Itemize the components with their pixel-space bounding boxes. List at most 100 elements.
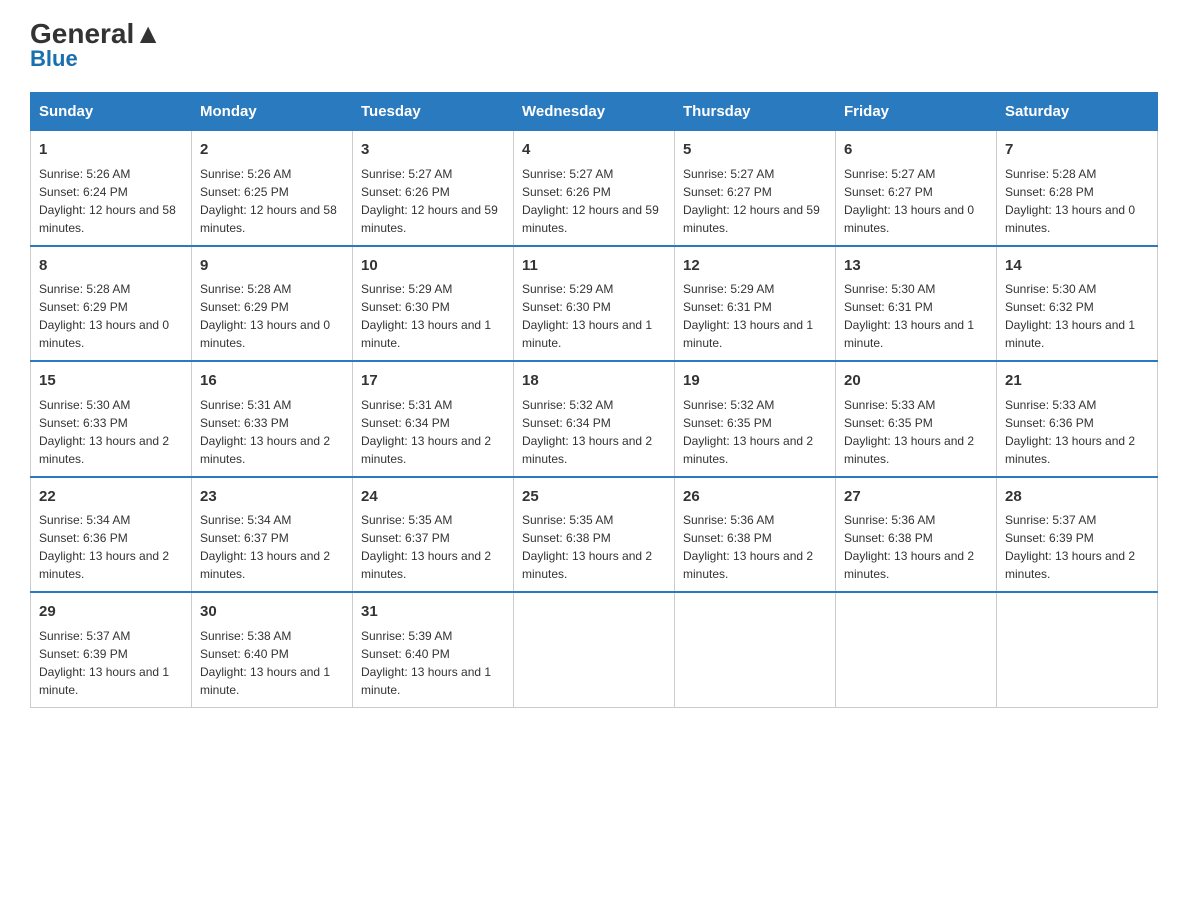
weekday-header-sunday: Sunday	[31, 93, 192, 131]
day-number: 10	[361, 255, 505, 278]
day-info: Sunrise: 5:29 AMSunset: 6:30 PMDaylight:…	[522, 280, 666, 352]
day-number: 15	[39, 370, 183, 393]
day-info: Sunrise: 5:38 AMSunset: 6:40 PMDaylight:…	[200, 627, 344, 699]
day-info: Sunrise: 5:37 AMSunset: 6:39 PMDaylight:…	[39, 627, 183, 699]
calendar-week-3: 15 Sunrise: 5:30 AMSunset: 6:33 PMDayligh…	[31, 361, 1158, 477]
calendar-cell: 21 Sunrise: 5:33 AMSunset: 6:36 PMDayligh…	[997, 361, 1158, 477]
day-info: Sunrise: 5:27 AMSunset: 6:26 PMDaylight:…	[361, 165, 505, 237]
calendar-cell: 28Sunrise: 5:37 AMSunset: 6:39 PMDayligh…	[997, 477, 1158, 593]
day-info: Sunrise: 5:29 AMSunset: 6:31 PMDaylight:…	[683, 280, 827, 352]
day-info: Sunrise: 5:27 AMSunset: 6:26 PMDaylight:…	[522, 165, 666, 237]
calendar-table: SundayMondayTuesdayWednesdayThursdayFrid…	[30, 92, 1158, 708]
day-info: Sunrise: 5:26 AMSunset: 6:24 PMDaylight:…	[39, 165, 183, 237]
day-number: 31	[361, 601, 505, 624]
day-number: 23	[200, 486, 344, 509]
weekday-header-wednesday: Wednesday	[514, 93, 675, 131]
day-number: 29	[39, 601, 183, 624]
calendar-cell: 22Sunrise: 5:34 AMSunset: 6:36 PMDayligh…	[31, 477, 192, 593]
day-number: 26	[683, 486, 827, 509]
calendar-week-2: 8Sunrise: 5:28 AMSunset: 6:29 PMDaylight…	[31, 246, 1158, 362]
day-number: 9	[200, 255, 344, 278]
weekday-header-saturday: Saturday	[997, 93, 1158, 131]
day-number: 20	[844, 370, 988, 393]
day-info: Sunrise: 5:32 AMSunset: 6:35 PMDaylight:…	[683, 396, 827, 468]
calendar-cell: 1Sunrise: 5:26 AMSunset: 6:24 PMDaylight…	[31, 131, 192, 246]
day-number: 7	[1005, 139, 1149, 162]
calendar-cell: 20 Sunrise: 5:33 AMSunset: 6:35 PMDayligh…	[836, 361, 997, 477]
day-number: 2	[200, 139, 344, 162]
day-number: 5	[683, 139, 827, 162]
calendar-cell: 6 Sunrise: 5:27 AMSunset: 6:27 PMDaylight…	[836, 131, 997, 246]
day-number: 21	[1005, 370, 1149, 393]
calendar-cell	[997, 592, 1158, 707]
day-info: Sunrise: 5:29 AMSunset: 6:30 PMDaylight:…	[361, 280, 505, 352]
calendar-cell: 18 Sunrise: 5:32 AMSunset: 6:34 PMDayligh…	[514, 361, 675, 477]
day-number: 17	[361, 370, 505, 393]
logo-text-general: General▲	[30, 20, 162, 48]
day-number: 4	[522, 139, 666, 162]
calendar-header: SundayMondayTuesdayWednesdayThursdayFrid…	[31, 93, 1158, 131]
day-number: 12	[683, 255, 827, 278]
calendar-cell: 23Sunrise: 5:34 AMSunset: 6:37 PMDayligh…	[192, 477, 353, 593]
calendar-body: 1Sunrise: 5:26 AMSunset: 6:24 PMDaylight…	[31, 131, 1158, 708]
day-info: Sunrise: 5:33 AMSunset: 6:36 PMDaylight:…	[1005, 396, 1149, 468]
calendar-cell	[836, 592, 997, 707]
day-info: Sunrise: 5:30 AMSunset: 6:31 PMDaylight:…	[844, 280, 988, 352]
page-header: General▲ Blue	[30, 20, 1158, 72]
calendar-cell: 19 Sunrise: 5:32 AMSunset: 6:35 PMDayligh…	[675, 361, 836, 477]
day-info: Sunrise: 5:30 AMSunset: 6:33 PMDaylight:…	[39, 396, 183, 468]
calendar-cell: 12Sunrise: 5:29 AMSunset: 6:31 PMDayligh…	[675, 246, 836, 362]
calendar-cell: 7 Sunrise: 5:28 AMSunset: 6:28 PMDaylight…	[997, 131, 1158, 246]
day-info: Sunrise: 5:33 AMSunset: 6:35 PMDaylight:…	[844, 396, 988, 468]
logo-text-blue: Blue	[30, 46, 78, 72]
weekday-header-friday: Friday	[836, 93, 997, 131]
weekday-header-monday: Monday	[192, 93, 353, 131]
calendar-week-5: 29 Sunrise: 5:37 AMSunset: 6:39 PMDayligh…	[31, 592, 1158, 707]
calendar-cell: 3 Sunrise: 5:27 AMSunset: 6:26 PMDaylight…	[353, 131, 514, 246]
weekday-header-thursday: Thursday	[675, 93, 836, 131]
calendar-cell: 5 Sunrise: 5:27 AMSunset: 6:27 PMDaylight…	[675, 131, 836, 246]
day-info: Sunrise: 5:35 AMSunset: 6:38 PMDaylight:…	[522, 511, 666, 583]
calendar-cell: 24Sunrise: 5:35 AMSunset: 6:37 PMDayligh…	[353, 477, 514, 593]
weekday-header-row: SundayMondayTuesdayWednesdayThursdayFrid…	[31, 93, 1158, 131]
calendar-cell	[675, 592, 836, 707]
day-number: 28	[1005, 486, 1149, 509]
day-number: 19	[683, 370, 827, 393]
day-info: Sunrise: 5:34 AMSunset: 6:37 PMDaylight:…	[200, 511, 344, 583]
day-number: 11	[522, 255, 666, 278]
calendar-cell: 30 Sunrise: 5:38 AMSunset: 6:40 PMDayligh…	[192, 592, 353, 707]
day-number: 30	[200, 601, 344, 624]
day-info: Sunrise: 5:36 AMSunset: 6:38 PMDaylight:…	[683, 511, 827, 583]
calendar-week-1: 1Sunrise: 5:26 AMSunset: 6:24 PMDaylight…	[31, 131, 1158, 246]
day-info: Sunrise: 5:27 AMSunset: 6:27 PMDaylight:…	[683, 165, 827, 237]
logo: General▲ Blue	[30, 20, 162, 72]
calendar-cell: 13Sunrise: 5:30 AMSunset: 6:31 PMDayligh…	[836, 246, 997, 362]
day-info: Sunrise: 5:27 AMSunset: 6:27 PMDaylight:…	[844, 165, 988, 237]
calendar-cell: 9Sunrise: 5:28 AMSunset: 6:29 PMDaylight…	[192, 246, 353, 362]
calendar-cell	[514, 592, 675, 707]
calendar-cell: 27Sunrise: 5:36 AMSunset: 6:38 PMDayligh…	[836, 477, 997, 593]
calendar-cell: 16Sunrise: 5:31 AMSunset: 6:33 PMDayligh…	[192, 361, 353, 477]
calendar-cell: 29 Sunrise: 5:37 AMSunset: 6:39 PMDayligh…	[31, 592, 192, 707]
day-number: 18	[522, 370, 666, 393]
day-info: Sunrise: 5:36 AMSunset: 6:38 PMDaylight:…	[844, 511, 988, 583]
day-number: 24	[361, 486, 505, 509]
calendar-cell: 15 Sunrise: 5:30 AMSunset: 6:33 PMDayligh…	[31, 361, 192, 477]
calendar-cell: 11Sunrise: 5:29 AMSunset: 6:30 PMDayligh…	[514, 246, 675, 362]
day-number: 27	[844, 486, 988, 509]
day-info: Sunrise: 5:34 AMSunset: 6:36 PMDaylight:…	[39, 511, 183, 583]
day-number: 22	[39, 486, 183, 509]
day-info: Sunrise: 5:26 AMSunset: 6:25 PMDaylight:…	[200, 165, 344, 237]
day-number: 3	[361, 139, 505, 162]
day-info: Sunrise: 5:31 AMSunset: 6:34 PMDaylight:…	[361, 396, 505, 468]
day-info: Sunrise: 5:39 AMSunset: 6:40 PMDaylight:…	[361, 627, 505, 699]
calendar-cell: 8Sunrise: 5:28 AMSunset: 6:29 PMDaylight…	[31, 246, 192, 362]
day-number: 16	[200, 370, 344, 393]
logo-icon: General▲	[30, 20, 162, 48]
calendar-cell: 2 Sunrise: 5:26 AMSunset: 6:25 PMDaylight…	[192, 131, 353, 246]
day-info: Sunrise: 5:32 AMSunset: 6:34 PMDaylight:…	[522, 396, 666, 468]
day-info: Sunrise: 5:28 AMSunset: 6:28 PMDaylight:…	[1005, 165, 1149, 237]
day-number: 6	[844, 139, 988, 162]
calendar-cell: 31 Sunrise: 5:39 AMSunset: 6:40 PMDayligh…	[353, 592, 514, 707]
day-info: Sunrise: 5:28 AMSunset: 6:29 PMDaylight:…	[200, 280, 344, 352]
